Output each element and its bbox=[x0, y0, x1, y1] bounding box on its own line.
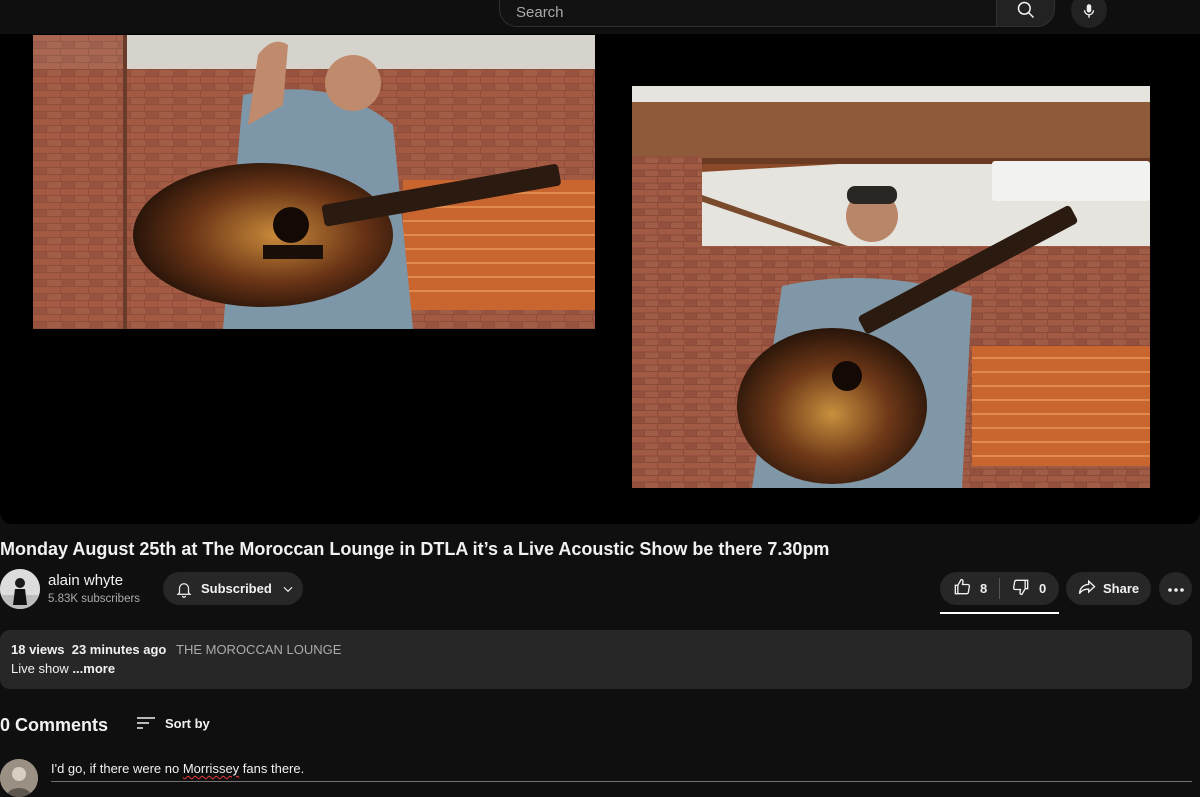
voice-search-button[interactable] bbox=[1071, 0, 1107, 28]
description-box[interactable]: 18 views 23 minutes ago THE MOROCCAN LOU… bbox=[0, 630, 1192, 689]
comments-count: 0 Comments bbox=[0, 715, 109, 735]
description-body: Live show bbox=[11, 661, 69, 676]
like-underline bbox=[940, 612, 1059, 614]
channel-avatar[interactable] bbox=[0, 569, 40, 609]
share-button[interactable]: Share bbox=[1066, 572, 1151, 605]
comment-input[interactable]: I'd go, if there were no Morrissey fans … bbox=[51, 760, 1192, 782]
video-title: Monday August 25th at The Moroccan Loung… bbox=[0, 539, 830, 559]
more-actions-button[interactable] bbox=[1159, 572, 1192, 605]
more-horizontal-icon bbox=[1167, 580, 1185, 598]
thumbs-down-icon bbox=[1011, 577, 1031, 600]
posted-time: 23 minutes ago bbox=[71, 642, 167, 657]
like-dislike-group: 8 0 bbox=[940, 572, 1059, 605]
video-frame-left bbox=[33, 35, 595, 329]
share-label: Share bbox=[1103, 581, 1140, 596]
sort-by-label: Sort by bbox=[165, 715, 210, 731]
microphone-icon bbox=[1080, 2, 1098, 25]
video-frame-right bbox=[632, 86, 1150, 488]
search-icon bbox=[1016, 0, 1036, 25]
location-tag[interactable]: THE MOROCCAN LOUNGE bbox=[176, 642, 341, 657]
description-meta: 18 views 23 minutes ago THE MOROCCAN LOU… bbox=[11, 642, 341, 658]
show-more-link[interactable]: ...more bbox=[72, 661, 115, 676]
channel-name[interactable]: alain whyte bbox=[48, 571, 123, 591]
chevron-down-icon bbox=[281, 582, 295, 596]
search-input[interactable] bbox=[514, 2, 974, 22]
bell-icon bbox=[175, 580, 193, 598]
subscribed-button[interactable]: Subscribed bbox=[163, 572, 303, 605]
dislike-count: 0 bbox=[1039, 581, 1047, 596]
description-text: Live show ...more bbox=[11, 661, 115, 677]
video-player[interactable] bbox=[0, 34, 1200, 524]
subscribed-label: Subscribed bbox=[201, 581, 272, 596]
view-count: 18 views bbox=[11, 642, 65, 657]
search-box[interactable] bbox=[499, 0, 997, 27]
share-icon bbox=[1077, 577, 1097, 600]
user-avatar bbox=[0, 759, 38, 797]
comment-draft-misspelled: Morrissey bbox=[182, 761, 240, 776]
subscriber-count: 5.83K subscribers bbox=[48, 593, 141, 605]
like-button[interactable]: 8 bbox=[940, 572, 999, 605]
comment-draft-end: fans there. bbox=[239, 761, 305, 776]
dislike-button[interactable]: 0 bbox=[1000, 572, 1059, 605]
sort-icon bbox=[137, 716, 155, 730]
search-button[interactable] bbox=[996, 0, 1055, 27]
comment-draft-start: I'd go, if there were no bbox=[51, 761, 183, 776]
thumbs-up-icon bbox=[952, 577, 972, 600]
sort-by-button[interactable]: Sort by bbox=[137, 712, 210, 734]
masthead bbox=[0, 0, 1200, 34]
like-count: 8 bbox=[980, 581, 988, 596]
